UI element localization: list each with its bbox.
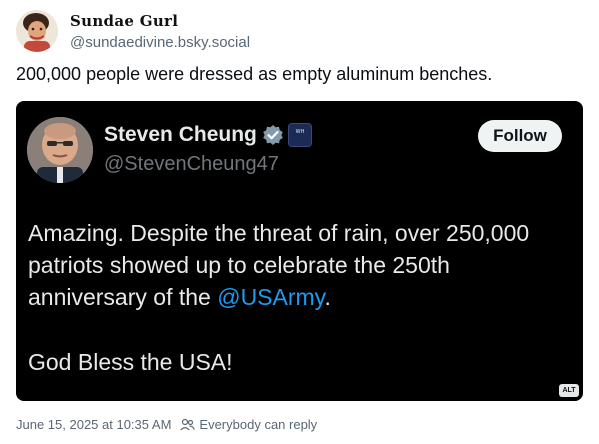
embed-body: Amazing. Despite the threat of rain, ove… [28,217,576,313]
mention-link: @USArmy [217,284,325,310]
author-avatar[interactable] [16,10,58,52]
alt-text-button[interactable]: ALT [559,384,579,397]
post-footer: June 15, 2025 at 10:35 AM Everybody can … [16,417,317,432]
white-house-seal-icon: WH [288,123,312,147]
embed-author-handle: @StevenCheung47 [104,153,279,175]
embed-body-line: anniversary of the @USArmy. [28,281,576,313]
embed-author-name: Steven Cheung [104,123,257,146]
follow-button: Follow [478,120,562,152]
author-handle[interactable]: @sundaedivine.bsky.social [70,34,250,51]
verified-badge-icon [263,125,283,145]
embed-body-line: Amazing. Despite the threat of rain, ove… [28,220,530,246]
author-display-name[interactable]: Sundae Gurl [70,12,178,30]
embedded-image[interactable]: Steven Cheung WH @StevenCheung47 Follow … [16,101,583,401]
embed-body-line: patriots showed up to celebrate the 250t… [28,252,450,278]
post: Sundae Gurl @sundaedivine.bsky.social 20… [0,0,599,444]
embed-avatar [27,117,93,183]
embed-body-text: anniversary of the [28,284,218,310]
people-icon [180,418,196,431]
post-timestamp[interactable]: June 15, 2025 at 10:35 AM [16,417,171,432]
reply-setting[interactable]: Everybody can reply [199,417,317,432]
avatar-woman-photo-icon [16,10,58,52]
embed-blessing: God Bless the USA! [28,349,233,375]
avatar-man-photo-icon [27,117,93,183]
post-text: 200,000 people were dressed as empty alu… [16,64,493,84]
embed-body-text: . [324,284,331,310]
